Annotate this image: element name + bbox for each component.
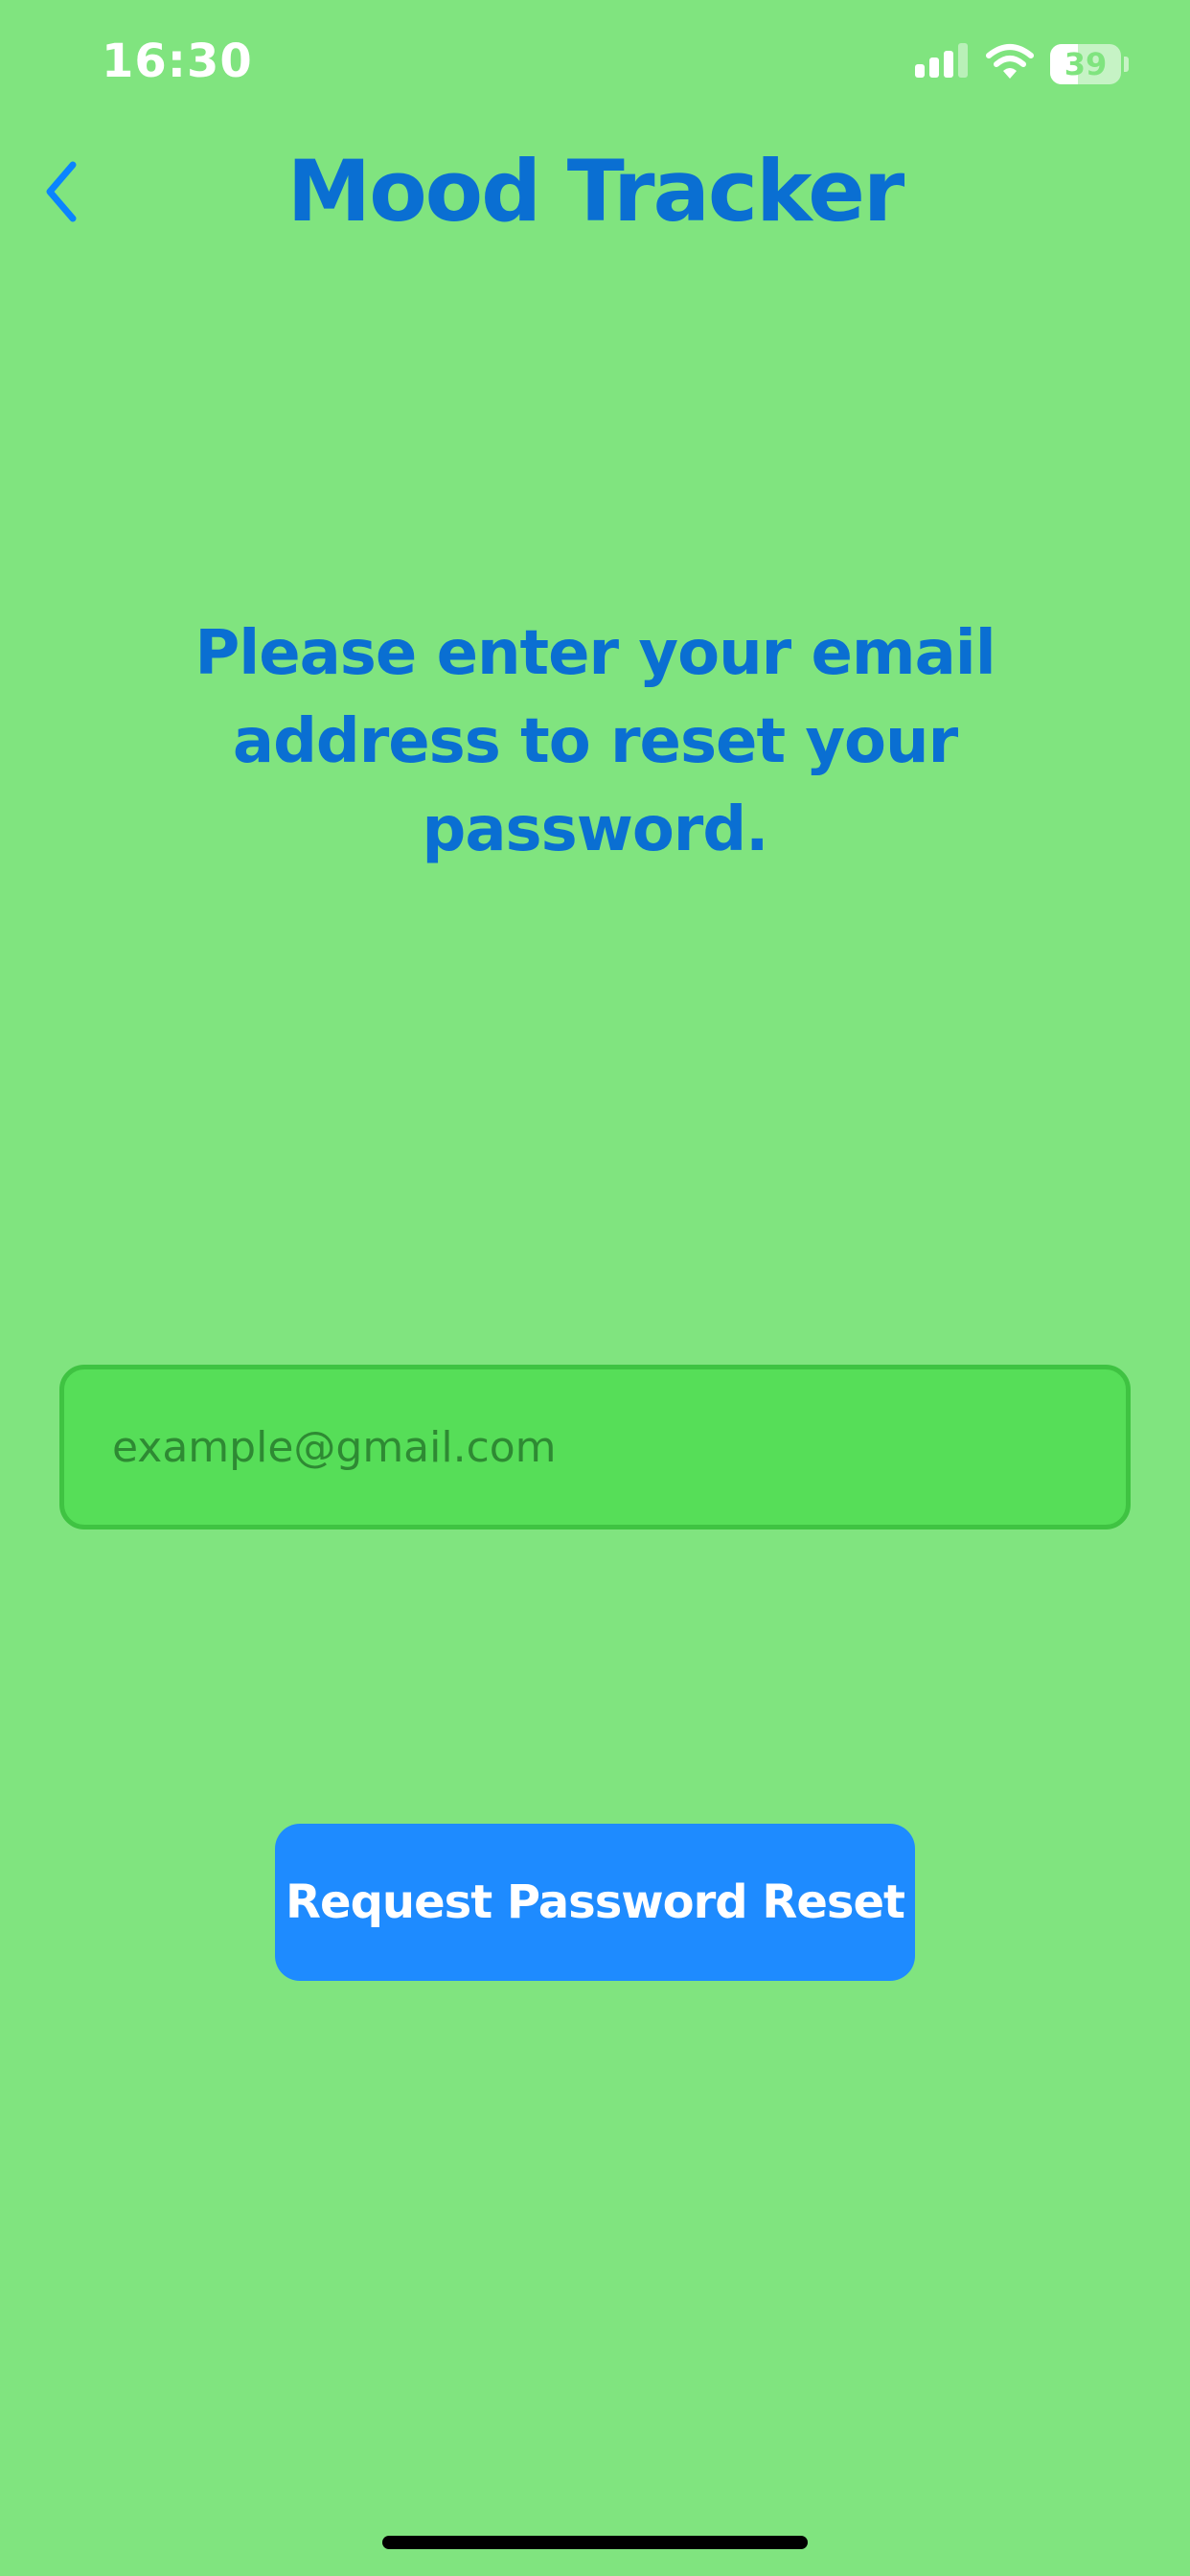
page-title: Mood Tracker	[286, 142, 905, 241]
chevron-left-icon	[46, 161, 77, 222]
nav-bar: Mood Tracker	[0, 134, 1190, 249]
home-indicator	[382, 2536, 808, 2549]
status-time: 16:30	[102, 34, 253, 88]
wifi-icon	[986, 44, 1034, 79]
battery-icon: 39	[1050, 44, 1129, 84]
battery-body: 39	[1050, 44, 1121, 84]
battery-level: 39	[1064, 46, 1108, 82]
email-input[interactable]	[64, 1369, 1126, 1525]
email-field[interactable]	[59, 1365, 1131, 1530]
status-bar: 16:30 39	[0, 0, 1190, 134]
back-button[interactable]	[23, 153, 100, 230]
request-password-reset-button[interactable]: Request Password Reset	[275, 1824, 915, 1981]
signal-icon	[915, 43, 968, 78]
instructions-text: Please enter your email address to reset…	[195, 618, 995, 865]
battery-cap	[1124, 57, 1129, 72]
